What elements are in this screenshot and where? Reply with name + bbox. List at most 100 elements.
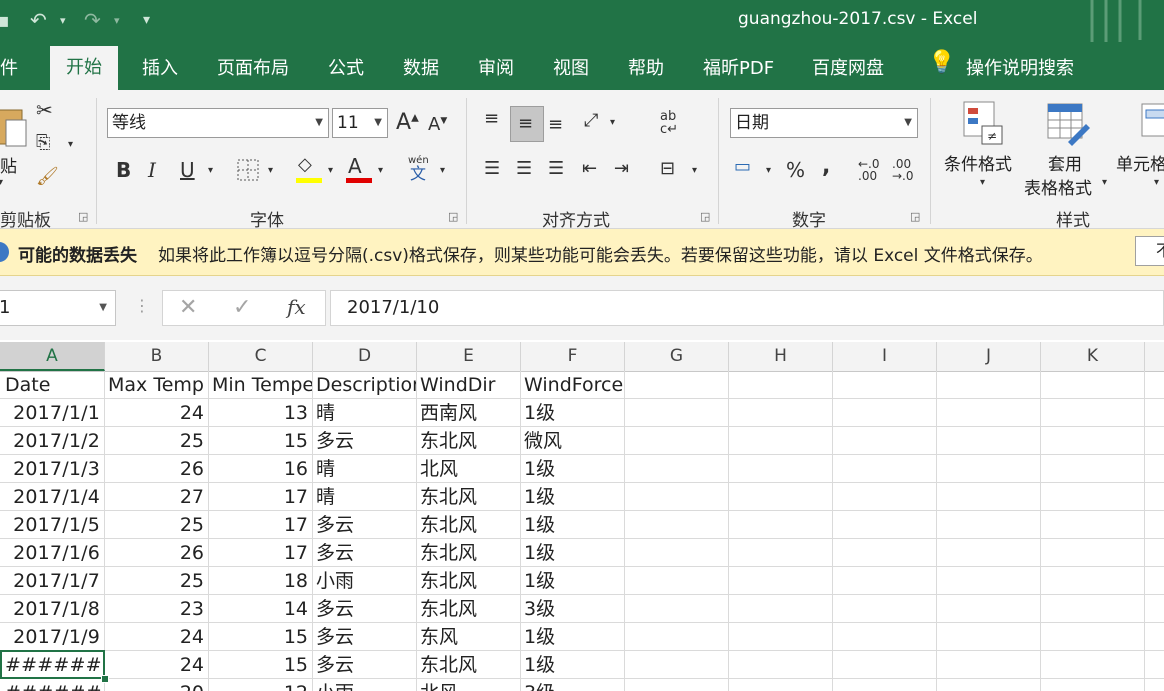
decrease-decimal-icon[interactable]: .00 →.0 <box>892 158 914 182</box>
font-color-icon[interactable]: A <box>348 156 362 176</box>
table-cell[interactable]: 25 <box>105 427 208 455</box>
formula-input[interactable]: 2017/1/10 <box>330 290 1164 326</box>
insert-function-icon[interactable]: fx <box>287 295 306 319</box>
currency-icon[interactable]: ▭ <box>734 158 751 176</box>
align-top-icon[interactable]: ≡ <box>484 110 499 128</box>
underline-button[interactable]: U <box>180 160 195 180</box>
table-cell[interactable]: 东北风 <box>417 511 520 539</box>
table-cell[interactable]: 东北风 <box>417 595 520 623</box>
table-cell[interactable]: 晴 <box>313 455 416 483</box>
format-painter-icon[interactable]: 🖌 <box>36 168 59 186</box>
phonetic-dropdown-icon[interactable]: ▾ <box>440 166 445 176</box>
table-cell[interactable]: 晴 <box>313 399 416 427</box>
currency-dropdown-icon[interactable]: ▾ <box>766 166 771 176</box>
fill-color-icon[interactable]: ◇ <box>298 156 312 174</box>
table-cell[interactable]: 12 <box>209 679 312 691</box>
format-as-table-button[interactable]: 表格格式 <box>1024 174 1092 199</box>
conditional-format-icon[interactable]: ≠ <box>962 100 1004 146</box>
conditional-format-button[interactable]: 条件格式 <box>944 150 1012 175</box>
table-cell[interactable]: ####### <box>0 679 104 691</box>
tab-foxit-pdf[interactable]: 福昕PDF <box>703 54 774 80</box>
fill-handle[interactable] <box>101 675 109 683</box>
column-header-i[interactable]: I <box>833 342 937 371</box>
table-cell[interactable]: 15 <box>209 651 312 679</box>
border-icon[interactable] <box>236 158 260 182</box>
column-header-cell[interactable]: Min Tempe <box>209 371 312 399</box>
merge-dropdown-icon[interactable]: ▾ <box>692 166 697 176</box>
font-size-combo[interactable]: 11 ▼ <box>332 108 388 138</box>
table-cell[interactable]: 微风 <box>521 427 624 455</box>
table-cell[interactable]: 17 <box>209 511 312 539</box>
increase-decimal-icon[interactable]: ←.0.00 <box>858 158 880 182</box>
column-header-f[interactable]: F <box>521 342 625 371</box>
column-header-cell[interactable]: WindDir <box>417 371 520 399</box>
align-right-icon[interactable]: ☰ <box>548 160 564 178</box>
align-bottom-icon[interactable]: ≡ <box>548 116 563 134</box>
align-middle-button[interactable]: ≡ <box>510 106 544 142</box>
paste-icon[interactable] <box>0 106 28 150</box>
table-cell[interactable]: 20 <box>105 679 208 691</box>
phonetic-guide-icon[interactable]: 文 <box>410 166 426 182</box>
table-cell[interactable]: 2017/1/2 <box>0 427 104 455</box>
lightbulb-icon[interactable]: 💡 <box>928 50 955 75</box>
table-cell[interactable]: 2017/1/3 <box>0 455 104 483</box>
table-cell[interactable]: 17 <box>209 539 312 567</box>
table-cell[interactable]: 东北风 <box>417 651 520 679</box>
table-cell[interactable]: 3级 <box>521 595 624 623</box>
table-cell[interactable]: 1级 <box>521 455 624 483</box>
table-cell[interactable]: 16 <box>209 455 312 483</box>
increase-font-icon[interactable]: A▲ <box>396 112 419 134</box>
table-cell[interactable]: 26 <box>105 539 208 567</box>
table-cell[interactable]: 东北风 <box>417 483 520 511</box>
table-cell[interactable]: 2017/1/1 <box>0 399 104 427</box>
copy-dropdown-icon[interactable]: ▾ <box>68 140 73 150</box>
table-cell[interactable]: 东北风 <box>417 567 520 595</box>
column-header-cell[interactable]: WindForce <box>521 371 625 399</box>
table-cell[interactable]: 晴 <box>313 483 416 511</box>
column-header-cell[interactable]: Descriptior <box>313 371 416 399</box>
format-as-table-icon[interactable] <box>1046 102 1090 146</box>
table-cell[interactable]: 26 <box>105 455 208 483</box>
table-cell[interactable]: 14 <box>209 595 312 623</box>
tab-insert[interactable]: 插入 <box>142 54 178 80</box>
do-not-show-button[interactable]: 不 <box>1135 236 1164 266</box>
conditional-format-dropdown-icon[interactable]: ▾ <box>980 178 985 188</box>
table-cell[interactable]: 多云 <box>313 595 416 623</box>
number-format-combo[interactable]: 日期 ▼ <box>730 108 918 138</box>
table-cell[interactable]: 24 <box>105 399 208 427</box>
align-left-icon[interactable]: ☰ <box>484 160 500 178</box>
table-cell[interactable]: 1级 <box>521 567 624 595</box>
table-cell[interactable]: 小雨 <box>313 679 416 691</box>
tab-review[interactable]: 审阅 <box>478 54 514 80</box>
redo-icon[interactable]: ↷ <box>84 8 101 32</box>
save-icon[interactable]: ▪ <box>0 8 10 32</box>
column-header-a[interactable]: A <box>0 342 105 371</box>
table-cell[interactable]: 25 <box>105 511 208 539</box>
tab-data[interactable]: 数据 <box>403 54 439 80</box>
decrease-indent-icon[interactable]: ⇤ <box>582 160 597 178</box>
undo-icon[interactable]: ↶ <box>30 8 47 32</box>
column-header-c[interactable]: C <box>209 342 313 371</box>
column-header-k[interactable]: K <box>1041 342 1145 371</box>
bold-button[interactable]: B <box>116 160 131 180</box>
redo-dropdown-icon[interactable]: ▾ <box>114 14 120 27</box>
comma-button[interactable]: , <box>822 156 830 178</box>
column-header-cell[interactable]: Date <box>0 371 104 399</box>
table-cell[interactable]: 2017/1/6 <box>0 539 104 567</box>
table-cell[interactable]: 15 <box>209 623 312 651</box>
table-cell[interactable]: 1级 <box>521 511 624 539</box>
decrease-font-icon[interactable]: A▼ <box>428 116 447 134</box>
orientation-icon[interactable]: ⤢ <box>584 112 598 130</box>
table-cell[interactable]: 多云 <box>313 511 416 539</box>
customize-toolbar-icon[interactable]: ▾ <box>143 12 150 28</box>
table-cell[interactable]: 东风 <box>417 623 520 651</box>
table-cell[interactable]: 小雨 <box>313 567 416 595</box>
table-cell[interactable]: 多云 <box>313 427 416 455</box>
cell-styles-button[interactable]: 单元格 <box>1116 150 1164 175</box>
table-cell[interactable]: 多云 <box>313 623 416 651</box>
cell-styles-icon[interactable] <box>1140 102 1164 142</box>
table-cell[interactable]: 23 <box>105 595 208 623</box>
tab-view[interactable]: 视图 <box>553 54 589 80</box>
underline-dropdown-icon[interactable]: ▾ <box>208 166 213 176</box>
table-cell[interactable]: 东北风 <box>417 539 520 567</box>
